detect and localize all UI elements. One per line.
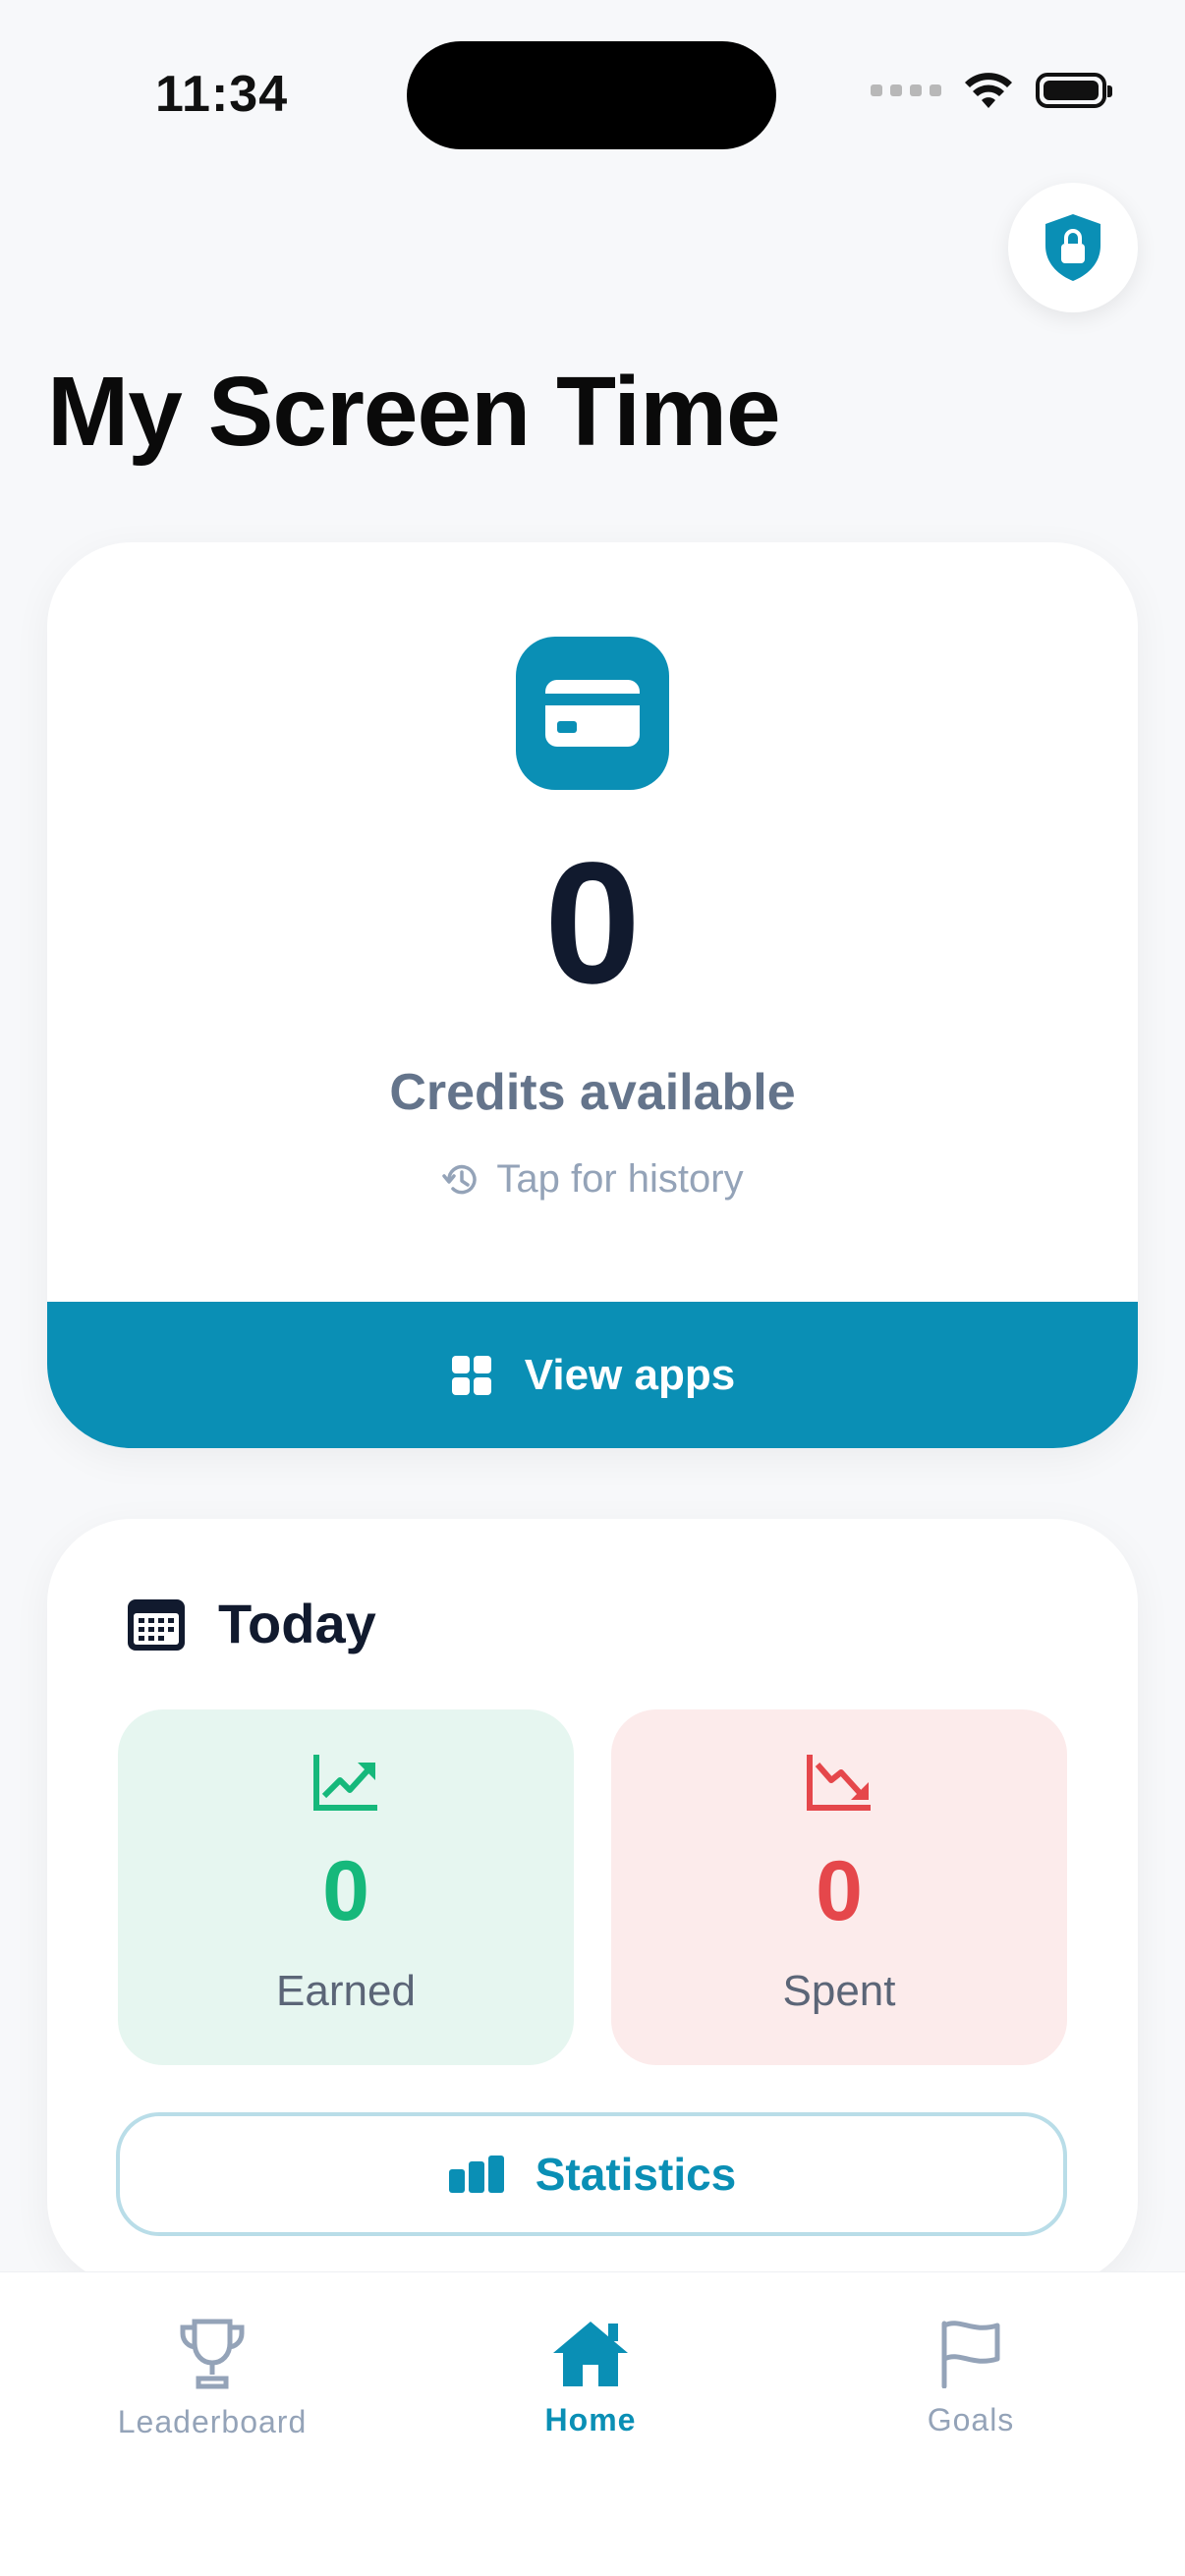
status-indicators — [871, 71, 1112, 110]
bar-chart-icon — [448, 2156, 504, 2193]
screen: 11:34 My Screen Time 0 Credits available… — [0, 0, 1185, 2576]
credit-card-icon — [516, 637, 669, 790]
status-time: 11:34 — [155, 66, 289, 123]
view-apps-label: View apps — [524, 1350, 736, 1399]
history-link[interactable]: Tap for history — [47, 1157, 1138, 1202]
spent-label: Spent — [782, 1967, 896, 2015]
shield-lock-icon — [1045, 214, 1100, 281]
grid-icon — [451, 1355, 491, 1395]
statistics-button[interactable]: Statistics — [116, 2112, 1067, 2236]
earned-value: 0 — [322, 1844, 369, 1938]
earned-stat: 0 Earned — [118, 1709, 574, 2065]
credits-label: Credits available — [389, 1064, 796, 1121]
tab-leaderboard[interactable]: Leaderboard — [65, 2318, 360, 2440]
today-header: Today — [126, 1592, 376, 1655]
tab-leaderboard-label: Leaderboard — [117, 2404, 308, 2439]
statistics-label: Statistics — [535, 2149, 737, 2200]
trend-up-icon — [313, 1755, 377, 1811]
credits-value: 0 — [544, 827, 641, 1020]
tab-home[interactable]: Home — [443, 2318, 738, 2438]
dynamic-island — [407, 41, 776, 149]
tab-goals-label: Goals — [927, 2402, 1015, 2437]
today-title: Today — [218, 1593, 376, 1654]
app-lock-button[interactable] — [1008, 183, 1138, 312]
signal-dots-icon — [871, 84, 941, 96]
credits-card[interactable]: 0 Credits available Tap for history View… — [47, 542, 1138, 1448]
home-icon — [553, 2322, 628, 2386]
battery-icon — [1036, 73, 1112, 108]
spent-value: 0 — [816, 1844, 863, 1938]
today-card: Today 0 Earned 0 Spent Statistics — [47, 1519, 1138, 2285]
tab-goals[interactable]: Goals — [823, 2318, 1118, 2438]
tab-home-label: Home — [544, 2402, 637, 2437]
earned-label: Earned — [276, 1967, 416, 2015]
page-title: My Screen Time — [47, 357, 781, 467]
flag-icon — [941, 2321, 1000, 2388]
view-apps-button[interactable]: View apps — [47, 1302, 1138, 1448]
trend-down-icon — [807, 1755, 871, 1811]
history-label: Tap for history — [496, 1157, 744, 1201]
spent-stat: 0 Spent — [611, 1709, 1067, 2065]
tab-bar: Leaderboard Home Goals — [0, 2271, 1185, 2576]
trophy-icon — [180, 2319, 245, 2389]
calendar-icon — [128, 1598, 185, 1651]
history-icon — [442, 1164, 478, 1194]
wifi-icon — [965, 73, 1012, 108]
